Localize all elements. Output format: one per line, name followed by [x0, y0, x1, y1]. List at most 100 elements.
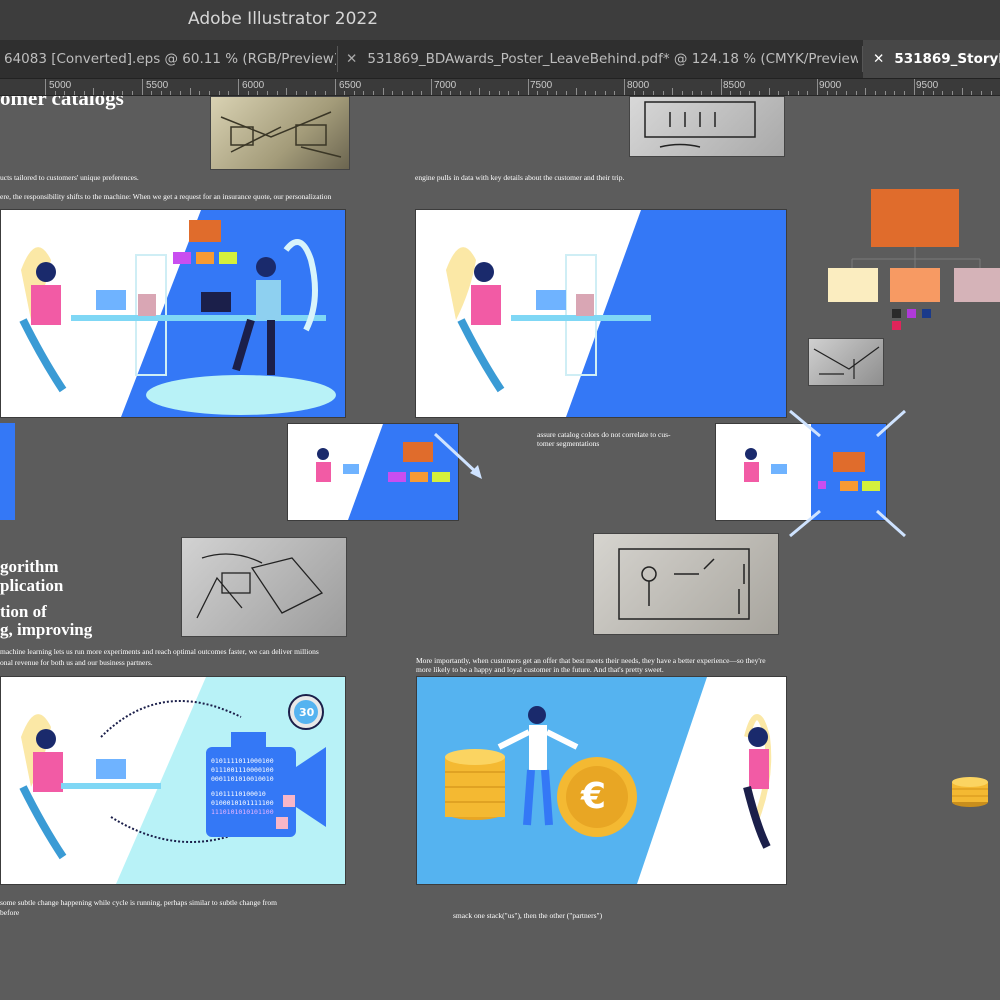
ruler-tick [295, 91, 297, 95]
ruler-label: 9000 [819, 80, 842, 91]
note-text: before [0, 908, 20, 917]
ruler-tick [807, 91, 809, 95]
app-title: Adobe Illustrator 2022 [188, 9, 379, 29]
ruler-tick [817, 79, 818, 95]
ruler-tick [238, 79, 239, 95]
org-chart-box[interactable] [954, 268, 1000, 302]
ruler-tick [488, 91, 490, 95]
coin-stack-icon[interactable] [948, 774, 998, 810]
ruler-tick [64, 91, 66, 95]
tab-64083-eps[interactable]: 64083 [Converted].eps @ 60.11 % (RGB/Pre… [4, 40, 336, 78]
document-tabs: 64083 [Converted].eps @ 60.11 % (RGB/Pre… [0, 40, 1000, 79]
org-chart-box[interactable] [890, 268, 940, 302]
ruler-tick [768, 88, 770, 95]
storyboard-frame[interactable] [415, 209, 787, 418]
binary-line: 0101111011000100 [211, 757, 274, 765]
ruler-label: 7000 [434, 80, 457, 91]
ruler-tick [595, 91, 597, 95]
binary-line: 1110101010101100 [211, 808, 274, 816]
ruler-tick [450, 91, 452, 95]
ruler-tick [498, 91, 500, 95]
section-heading: gorithm [0, 557, 59, 576]
storyboard-frame[interactable]: 30 0101111011000100 0111001110000100 000… [0, 676, 346, 885]
ruler-tick [826, 91, 828, 95]
sketch-drawing [813, 346, 880, 379]
section-heading: plication [0, 576, 64, 595]
ruler-tick [710, 91, 712, 95]
ruler-tick [624, 79, 625, 95]
euro-symbol: € [581, 776, 607, 817]
sketch-thumbnail[interactable] [181, 537, 347, 637]
ruler-tick [604, 91, 606, 95]
ruler-tick [546, 91, 548, 95]
ruler-tick [913, 79, 915, 95]
close-icon[interactable]: ✕ [346, 40, 357, 78]
ruler-tick [324, 91, 326, 95]
sketch-thumbnail[interactable] [210, 96, 350, 170]
ruler-label: 9500 [916, 80, 939, 91]
org-chart-box[interactable] [828, 268, 878, 302]
sketch-thumbnail[interactable] [629, 96, 785, 157]
ruler-tick [855, 91, 857, 95]
ruler-tick [373, 91, 375, 95]
note-text: assure catalog colors do not correlate t… [537, 430, 671, 439]
ruler-tick [845, 91, 847, 95]
ruler-tick [508, 91, 510, 95]
ruler-tick [836, 91, 838, 95]
ruler-label: 6000 [242, 80, 265, 91]
ruler-tick [894, 91, 896, 95]
ruler-label: 5500 [146, 80, 169, 91]
ruler-tick [652, 91, 654, 95]
ruler-tick [93, 88, 95, 95]
section-heading: tion of [0, 602, 47, 621]
tab-bdawards-poster[interactable]: ✕ 531869_BDAwards_Poster_LeaveBehind.pdf*… [346, 40, 858, 78]
close-icon[interactable]: ✕ [873, 40, 884, 78]
ruler-tick [54, 91, 56, 95]
ruler-tick [749, 91, 751, 95]
ruler-tick [459, 91, 461, 95]
ruler-tick [286, 88, 288, 95]
horizontal-ruler[interactable]: 5000 5500 6000 6500 7000 7500 8000 8500 … [0, 79, 1000, 96]
storyboard-frame[interactable]: € [416, 676, 787, 885]
ruler-tick [971, 91, 973, 95]
ruler-tick [392, 91, 394, 95]
tab-label: 531869_BDAwards_Poster_LeaveBehind.pdf* … [367, 51, 858, 67]
ruler-tick [276, 91, 278, 95]
color-swatch[interactable] [907, 309, 916, 318]
ruler-label: 6500 [339, 80, 362, 91]
ruler-tick [344, 91, 346, 95]
color-swatch[interactable] [892, 321, 901, 330]
ruler-tick [874, 91, 876, 95]
artboard-canvas[interactable]: omer catalogs ucts tailored to customers… [0, 96, 1000, 1000]
ruler-tick [527, 79, 529, 95]
ruler-tick [363, 91, 365, 95]
color-swatch[interactable] [922, 309, 931, 318]
arrow-icon [433, 432, 482, 479]
ruler-tick [382, 88, 384, 95]
note-text: some subtle change happening while cycle… [0, 898, 278, 907]
sketch-drawing [644, 101, 756, 148]
binary-block: 0101111011000100 0111001110000100 000110… [211, 757, 274, 817]
ruler-tick [315, 91, 317, 95]
ruler-tick [102, 91, 104, 95]
ruler-tick [981, 91, 983, 95]
ruler-tick [691, 91, 693, 95]
ruler-tick [952, 91, 954, 95]
section-heading: omer catalogs [0, 96, 124, 110]
ruler-tick [614, 91, 616, 95]
ruler-tick [479, 88, 481, 95]
color-swatch[interactable] [892, 309, 901, 318]
ruler-tick [585, 91, 587, 95]
storyboard-frame[interactable] [0, 209, 346, 418]
timer-label: 30 [299, 706, 315, 719]
ruler-tick [537, 91, 539, 95]
storyboard-frame-partial[interactable] [0, 423, 15, 520]
tab-storyboard[interactable]: ✕ 531869_Storybo [863, 40, 1000, 78]
org-chart-top-box[interactable] [871, 189, 959, 247]
ruler-tick [556, 91, 558, 95]
ruler-tick [990, 91, 992, 95]
sketch-thumbnail[interactable] [593, 533, 779, 635]
scene-illustration [19, 677, 345, 884]
sketch-thumbnail[interactable] [808, 338, 884, 386]
note-text: more likely to be a happy and loyal cust… [416, 665, 664, 674]
